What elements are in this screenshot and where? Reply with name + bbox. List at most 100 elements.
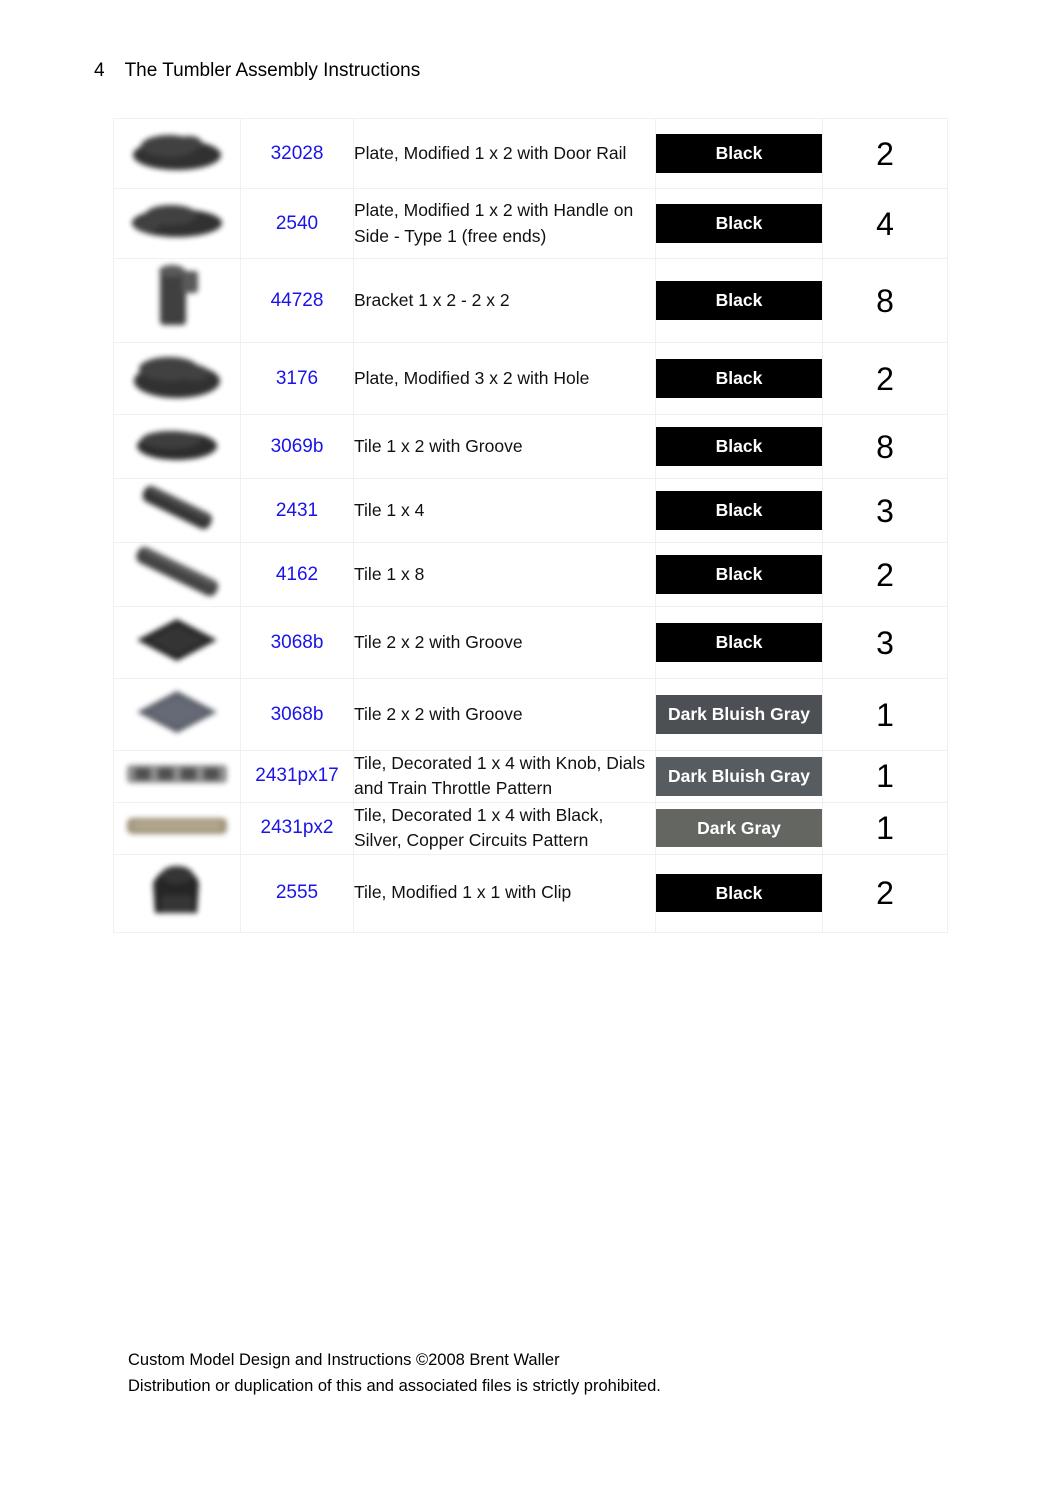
part-quantity-cell: 3 [822,478,948,543]
part-quantity-cell: 8 [822,258,948,343]
color-swatch-label: Dark Bluish Gray [656,757,822,796]
part-quantity-cell: 1 [822,801,948,855]
part-number-cell[interactable]: 32028 [240,118,354,189]
part-quantity-cell: 2 [822,542,948,607]
color-swatch-label: Black [656,873,822,913]
table-row: 3069b Tile 1 x 2 with Groove Black 8 [113,414,948,479]
part-quantity-cell: 8 [822,414,948,479]
part-number-cell[interactable]: 2431px17 [240,750,354,803]
part-number-cell[interactable]: 2555 [240,853,354,933]
plate-modified-1x2-door-rail-thumbnail [125,119,229,183]
part-description-cell: Tile 2 x 2 with Groove [353,606,656,679]
color-swatch-label: Black [656,359,822,398]
part-color-cell: Black [655,258,823,343]
table-row: 4162 Tile 1 x 8 Black 2 [113,542,948,607]
color-swatch-label: Black [656,491,822,530]
table-row: 3176 Plate, Modified 3 x 2 with Hole Black… [113,342,948,415]
part-description-cell: Plate, Modified 1 x 2 with Handle on Sid… [353,188,656,259]
part-description-cell: Tile, Modified 1 x 1 with Clip [353,853,656,933]
footer-line-2: Distribution or duplication of this and … [128,1376,661,1395]
tile-decorated-1x4-train-throttle-thumbnail [123,757,231,791]
part-image-cell [113,853,241,933]
part-number-cell[interactable]: 2540 [240,188,354,259]
part-quantity-cell: 2 [822,853,948,933]
page-number: 4 [94,60,105,81]
part-quantity-cell: 1 [822,750,948,803]
tile-modified-1x1-with-clip-thumbnail [135,855,219,927]
plate-modified-3x2-with-hole-thumbnail [125,343,229,409]
part-number-cell[interactable]: 3069b [240,414,354,479]
table-row: 44728 Bracket 1 x 2 - 2 x 2 Black 8 [113,258,948,343]
part-color-cell: Black [655,188,823,259]
part-number-cell[interactable]: 3068b [240,606,354,679]
table-row: 2431px2 Tile, Decorated 1 x 4 with Black,… [113,801,948,855]
parts-list-table: 32028 Plate, Modified 1 x 2 with Door Rai… [113,118,948,933]
part-quantity-cell: 2 [822,342,948,415]
part-number-cell[interactable]: 4162 [240,542,354,607]
color-swatch-label: Dark Gray [656,808,822,848]
copyright-footer: Custom Model Design and Instructions ©20… [128,1348,661,1399]
part-number-cell[interactable]: 2431px2 [240,801,354,855]
part-image-cell [113,801,241,855]
color-swatch-label: Black [656,623,822,662]
part-description-cell: Plate, Modified 3 x 2 with Hole [353,342,656,415]
part-image-cell [113,188,241,259]
footer-line-1: Custom Model Design and Instructions ©20… [128,1351,560,1369]
part-color-cell: Dark Gray [655,801,823,855]
color-swatch-label: Black [656,134,822,173]
part-color-cell: Black [655,542,823,607]
tile-decorated-1x4-copper-circuits-thumbnail [123,809,231,843]
parts-table-body: 32028 Plate, Modified 1 x 2 with Door Rai… [113,118,948,933]
part-color-cell: Black [655,414,823,479]
part-number-cell[interactable]: 2431 [240,478,354,543]
part-quantity-cell: 2 [822,118,948,189]
part-image-cell [113,258,241,343]
part-image-cell [113,478,241,543]
part-image-cell [113,542,241,607]
part-description-cell: Tile, Decorated 1 x 4 with Black, Silver… [353,801,656,855]
part-description-cell: Bracket 1 x 2 - 2 x 2 [353,258,656,343]
table-row: 3068b Tile 2 x 2 with Groove Dark Bluish G… [113,678,948,751]
page-header: 4 The Tumbler Assembly Instructions [94,60,420,83]
table-row: 2555 Tile, Modified 1 x 1 with Clip Black 2 [113,853,948,933]
part-description-cell: Tile 1 x 4 [353,478,656,543]
part-image-cell [113,678,241,751]
part-color-cell: Dark Bluish Gray [655,750,823,803]
part-image-cell [113,606,241,679]
part-description-cell: Tile, Decorated 1 x 4 with Knob, Dials a… [353,750,656,803]
part-description-cell: Plate, Modified 1 x 2 with Door Rail [353,118,656,189]
part-quantity-cell: 4 [822,188,948,259]
parts-list-table-wrapper: 32028 Plate, Modified 1 x 2 with Door Rai… [113,118,948,933]
bracket-1x2-2x2-thumbnail [142,259,212,337]
tile-1x4-thumbnail [125,479,229,537]
color-swatch-label: Black [656,555,822,594]
part-image-cell [113,342,241,415]
part-image-cell [113,414,241,479]
tile-1x2-with-groove-thumbnail [127,415,227,473]
part-number-cell[interactable]: 3176 [240,342,354,415]
document-title: The Tumbler Assembly Instructions [124,60,421,81]
part-color-cell: Black [655,606,823,679]
part-color-cell: Black [655,118,823,189]
color-swatch-label: Black [656,281,822,320]
part-quantity-cell: 1 [822,678,948,751]
part-description-cell: Tile 1 x 8 [353,542,656,607]
part-color-cell: Dark Bluish Gray [655,678,823,751]
tile-2x2-with-groove-gray-thumbnail [127,679,227,745]
part-image-cell [113,118,241,189]
part-color-cell: Black [655,478,823,543]
part-description-cell: Tile 1 x 2 with Groove [353,414,656,479]
table-row: 2540 Plate, Modified 1 x 2 with Handle on… [113,188,948,259]
table-row: 32028 Plate, Modified 1 x 2 with Door Rai… [113,118,948,189]
part-color-cell: Black [655,853,823,933]
table-row: 2431 Tile 1 x 4 Black 3 [113,478,948,543]
part-number-cell[interactable]: 44728 [240,258,354,343]
part-quantity-cell: 3 [822,606,948,679]
part-number-cell[interactable]: 3068b [240,678,354,751]
color-swatch-label: Black [656,204,822,243]
part-description-cell: Tile 2 x 2 with Groove [353,678,656,751]
color-swatch-label: Dark Bluish Gray [656,695,822,734]
tile-1x8-thumbnail [125,543,229,601]
table-row: 3068b Tile 2 x 2 with Groove Black 3 [113,606,948,679]
part-color-cell: Black [655,342,823,415]
